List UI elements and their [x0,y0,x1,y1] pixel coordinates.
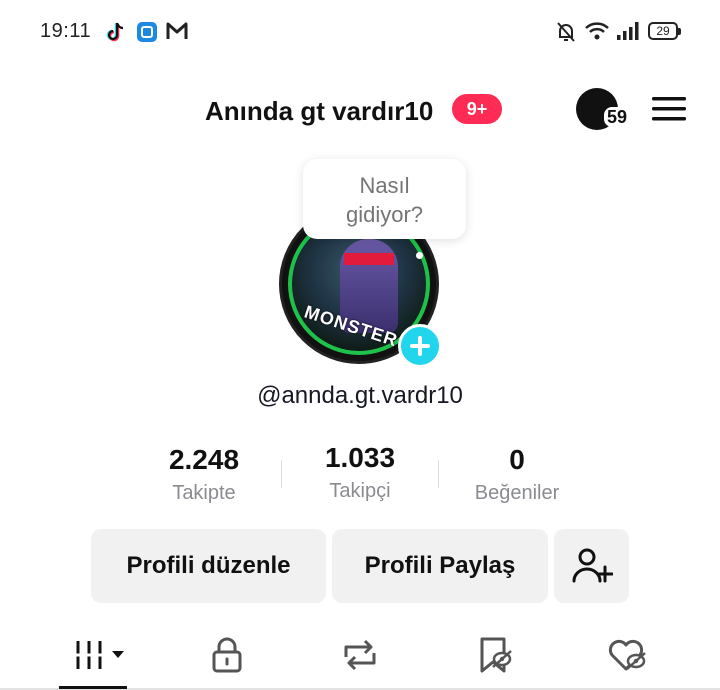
signal-icon [617,22,639,40]
active-tab-indicator [59,686,127,689]
add-friend-button[interactable] [554,529,629,603]
gmail-icon [166,22,188,39]
repost-icon[interactable] [340,635,380,675]
share-profile-button[interactable]: Profili Paylaş [332,529,548,603]
liked-heart-icon[interactable] [606,635,646,675]
following-label: Takipte [172,482,236,504]
bubble-line-2: gidiyor? [345,202,424,227]
bookmark-icon[interactable] [474,635,514,675]
followers-count: 1.033 [324,442,396,473]
status-time: 19:11 [40,20,92,42]
battery-icon: 29 [648,22,681,40]
likes-count: 0 [509,444,525,475]
hamburger-menu-icon[interactable] [652,95,686,123]
story-count: 59 [604,107,631,127]
followers-label: Takipçi [329,480,391,502]
stat-following[interactable]: 2.248 Takipte [124,444,284,505]
bubble-line-1: Nasıl [359,173,410,198]
stat-likes[interactable]: 0 Beğeniler [437,444,597,505]
likes-label: Beğeniler [474,482,560,504]
add-photo-button[interactable] [398,324,442,368]
app-square-icon [137,22,157,42]
add-friend-icon [572,548,613,583]
status-bubble[interactable]: Nasıl gidiyor? [303,159,466,239]
tiktok-icon [106,22,124,42]
notification-badge[interactable]: 9+ [452,94,502,124]
bubble-tail [416,252,423,259]
wifi-icon [585,22,609,40]
avatar-band [344,253,394,265]
lock-icon[interactable] [207,635,247,675]
stat-followers[interactable]: 1.033 Takipçi [280,442,440,503]
profile-name[interactable]: Anında gt vardır10 [205,96,433,127]
videos-grid-icon[interactable] [74,635,128,675]
bell-muted-icon [557,22,575,42]
edit-profile-button[interactable]: Profili düzenle [91,529,326,603]
username: @annda.gt.vardr10 [257,382,463,409]
following-count: 2.248 [168,444,240,475]
